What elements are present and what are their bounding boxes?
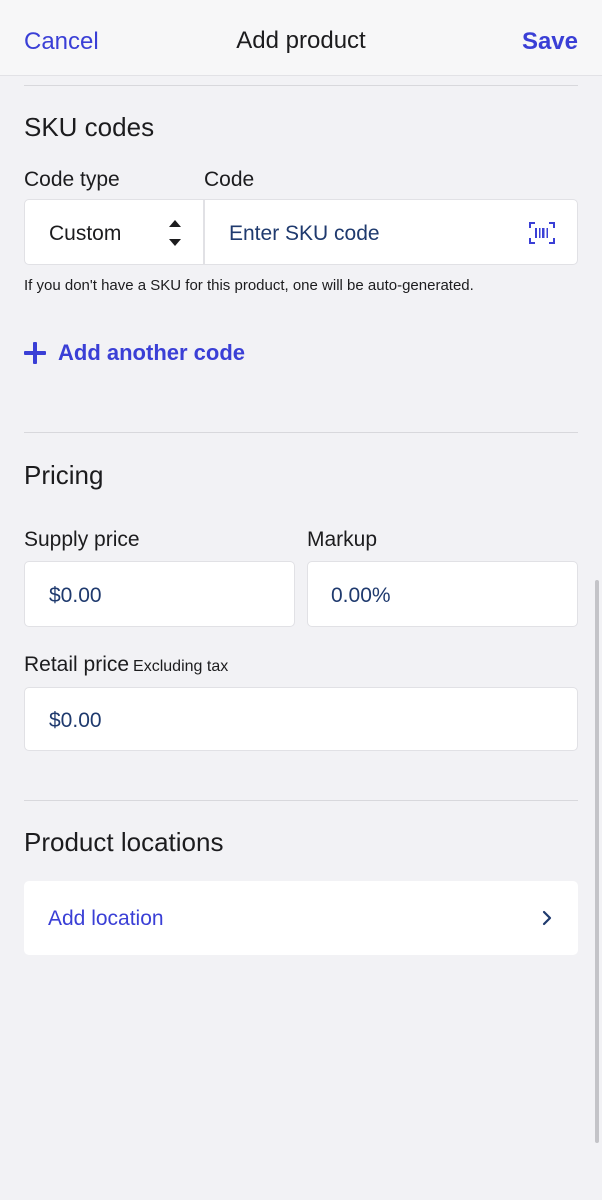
add-location-label: Add location <box>48 907 164 930</box>
scrollbar[interactable] <box>595 580 599 1143</box>
up-down-arrows-icon <box>169 220 181 246</box>
supply-price-input[interactable]: $0.00 <box>49 584 102 608</box>
divider <box>24 800 578 801</box>
code-label: Code <box>204 168 255 191</box>
retail-price-field[interactable]: $0.00 <box>24 687 578 751</box>
retail-price-sublabel: Excluding tax <box>133 658 229 675</box>
retail-price-input[interactable]: $0.00 <box>49 709 102 733</box>
sku-code-input[interactable]: Enter SKU code <box>229 222 380 246</box>
retail-price-label-text: Retail price <box>24 653 130 676</box>
code-type-value: Custom <box>49 222 122 245</box>
code-type-label: Code type <box>24 168 120 191</box>
sku-hint-text: If you don't have a SKU for this product… <box>24 277 474 294</box>
chevron-right-icon <box>542 910 552 926</box>
code-type-select[interactable]: Custom <box>24 199 204 265</box>
add-another-code-label: Add another code <box>58 340 246 365</box>
nav-header: Cancel Add product Save <box>0 0 602 76</box>
markup-label: Markup <box>307 528 378 551</box>
barcode-scan-icon[interactable] <box>529 222 555 244</box>
save-button[interactable]: Save <box>522 28 578 56</box>
divider <box>24 432 578 433</box>
sku-section-title: SKU codes <box>24 112 155 142</box>
retail-price-label: Retail price Excluding tax <box>24 653 228 677</box>
sku-code-field[interactable]: Enter SKU code <box>204 199 578 265</box>
markup-input[interactable]: 0.00% <box>331 584 391 608</box>
plus-icon <box>24 342 46 364</box>
page-title: Add product <box>236 27 366 54</box>
add-location-row[interactable]: Add location <box>24 881 578 955</box>
supply-price-field[interactable]: $0.00 <box>24 561 295 627</box>
markup-field[interactable]: 0.00% <box>307 561 578 627</box>
locations-section-title: Product locations <box>24 827 224 857</box>
supply-price-label: Supply price <box>24 528 140 551</box>
add-another-code-button[interactable]: Add another code <box>24 338 245 368</box>
pricing-section-title: Pricing <box>24 460 104 490</box>
divider <box>24 85 578 86</box>
